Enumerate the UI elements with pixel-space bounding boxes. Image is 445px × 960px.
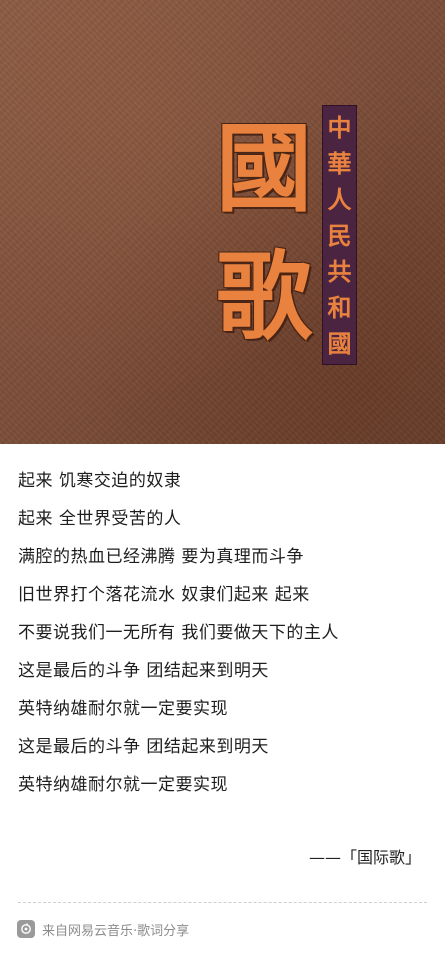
cover-title-char-2: 歌 bbox=[216, 240, 312, 353]
share-footer: 来自网易云音乐·歌词分享 bbox=[17, 918, 189, 940]
banner-char: 國 bbox=[327, 330, 352, 358]
lyrics-block: 起来 饥寒交迫的奴隶 起来 全世界受苦的人 满腔的热血已经沸腾 要为真理而斗争 … bbox=[18, 462, 428, 804]
banner-char: 民 bbox=[327, 222, 352, 250]
banner-char: 和 bbox=[327, 294, 352, 322]
lyric-line: 起来 饥寒交迫的奴隶 bbox=[18, 471, 182, 491]
cover-vertical-banner: 中 華 人 民 共 和 國 bbox=[322, 105, 357, 365]
lyric-line: 满腔的热血已经沸腾 要为真理而斗争 bbox=[18, 547, 304, 567]
banner-char: 人 bbox=[327, 186, 352, 214]
footer-source-text: 来自网易云音乐·歌词分享 bbox=[42, 923, 190, 939]
cover-title: 國 歌 bbox=[214, 106, 314, 356]
lyric-line: 旧世界打个落花流水 奴隶们起来 起来 bbox=[18, 585, 310, 605]
banner-char: 中 bbox=[327, 114, 352, 142]
banner-char: 共 bbox=[327, 258, 352, 286]
cover-title-char-1: 國 bbox=[216, 112, 312, 225]
footer-divider bbox=[18, 902, 427, 903]
song-attribution: ——「国际歌」 bbox=[308, 848, 421, 867]
netease-music-icon bbox=[17, 920, 35, 938]
lyric-line: 不要说我们一无所有 我们要做天下的主人 bbox=[18, 623, 339, 643]
lyric-line: 这是最后的斗争 团结起来到明天 bbox=[18, 737, 269, 757]
lyric-line: 英特纳雄耐尔就一定要实现 bbox=[18, 699, 228, 719]
lyric-share-card: 國 歌 中 華 人 民 共 和 國 起来 饥寒交迫的奴隶 起来 全世界受苦的人 … bbox=[0, 0, 445, 960]
lyric-line: 这是最后的斗争 团结起来到明天 bbox=[18, 661, 269, 681]
lyric-line: 起来 全世界受苦的人 bbox=[18, 509, 182, 529]
lyric-line: 英特纳雄耐尔就一定要实现 bbox=[18, 775, 228, 795]
album-cover: 國 歌 中 華 人 民 共 和 國 bbox=[0, 0, 445, 444]
banner-char: 華 bbox=[327, 150, 352, 178]
